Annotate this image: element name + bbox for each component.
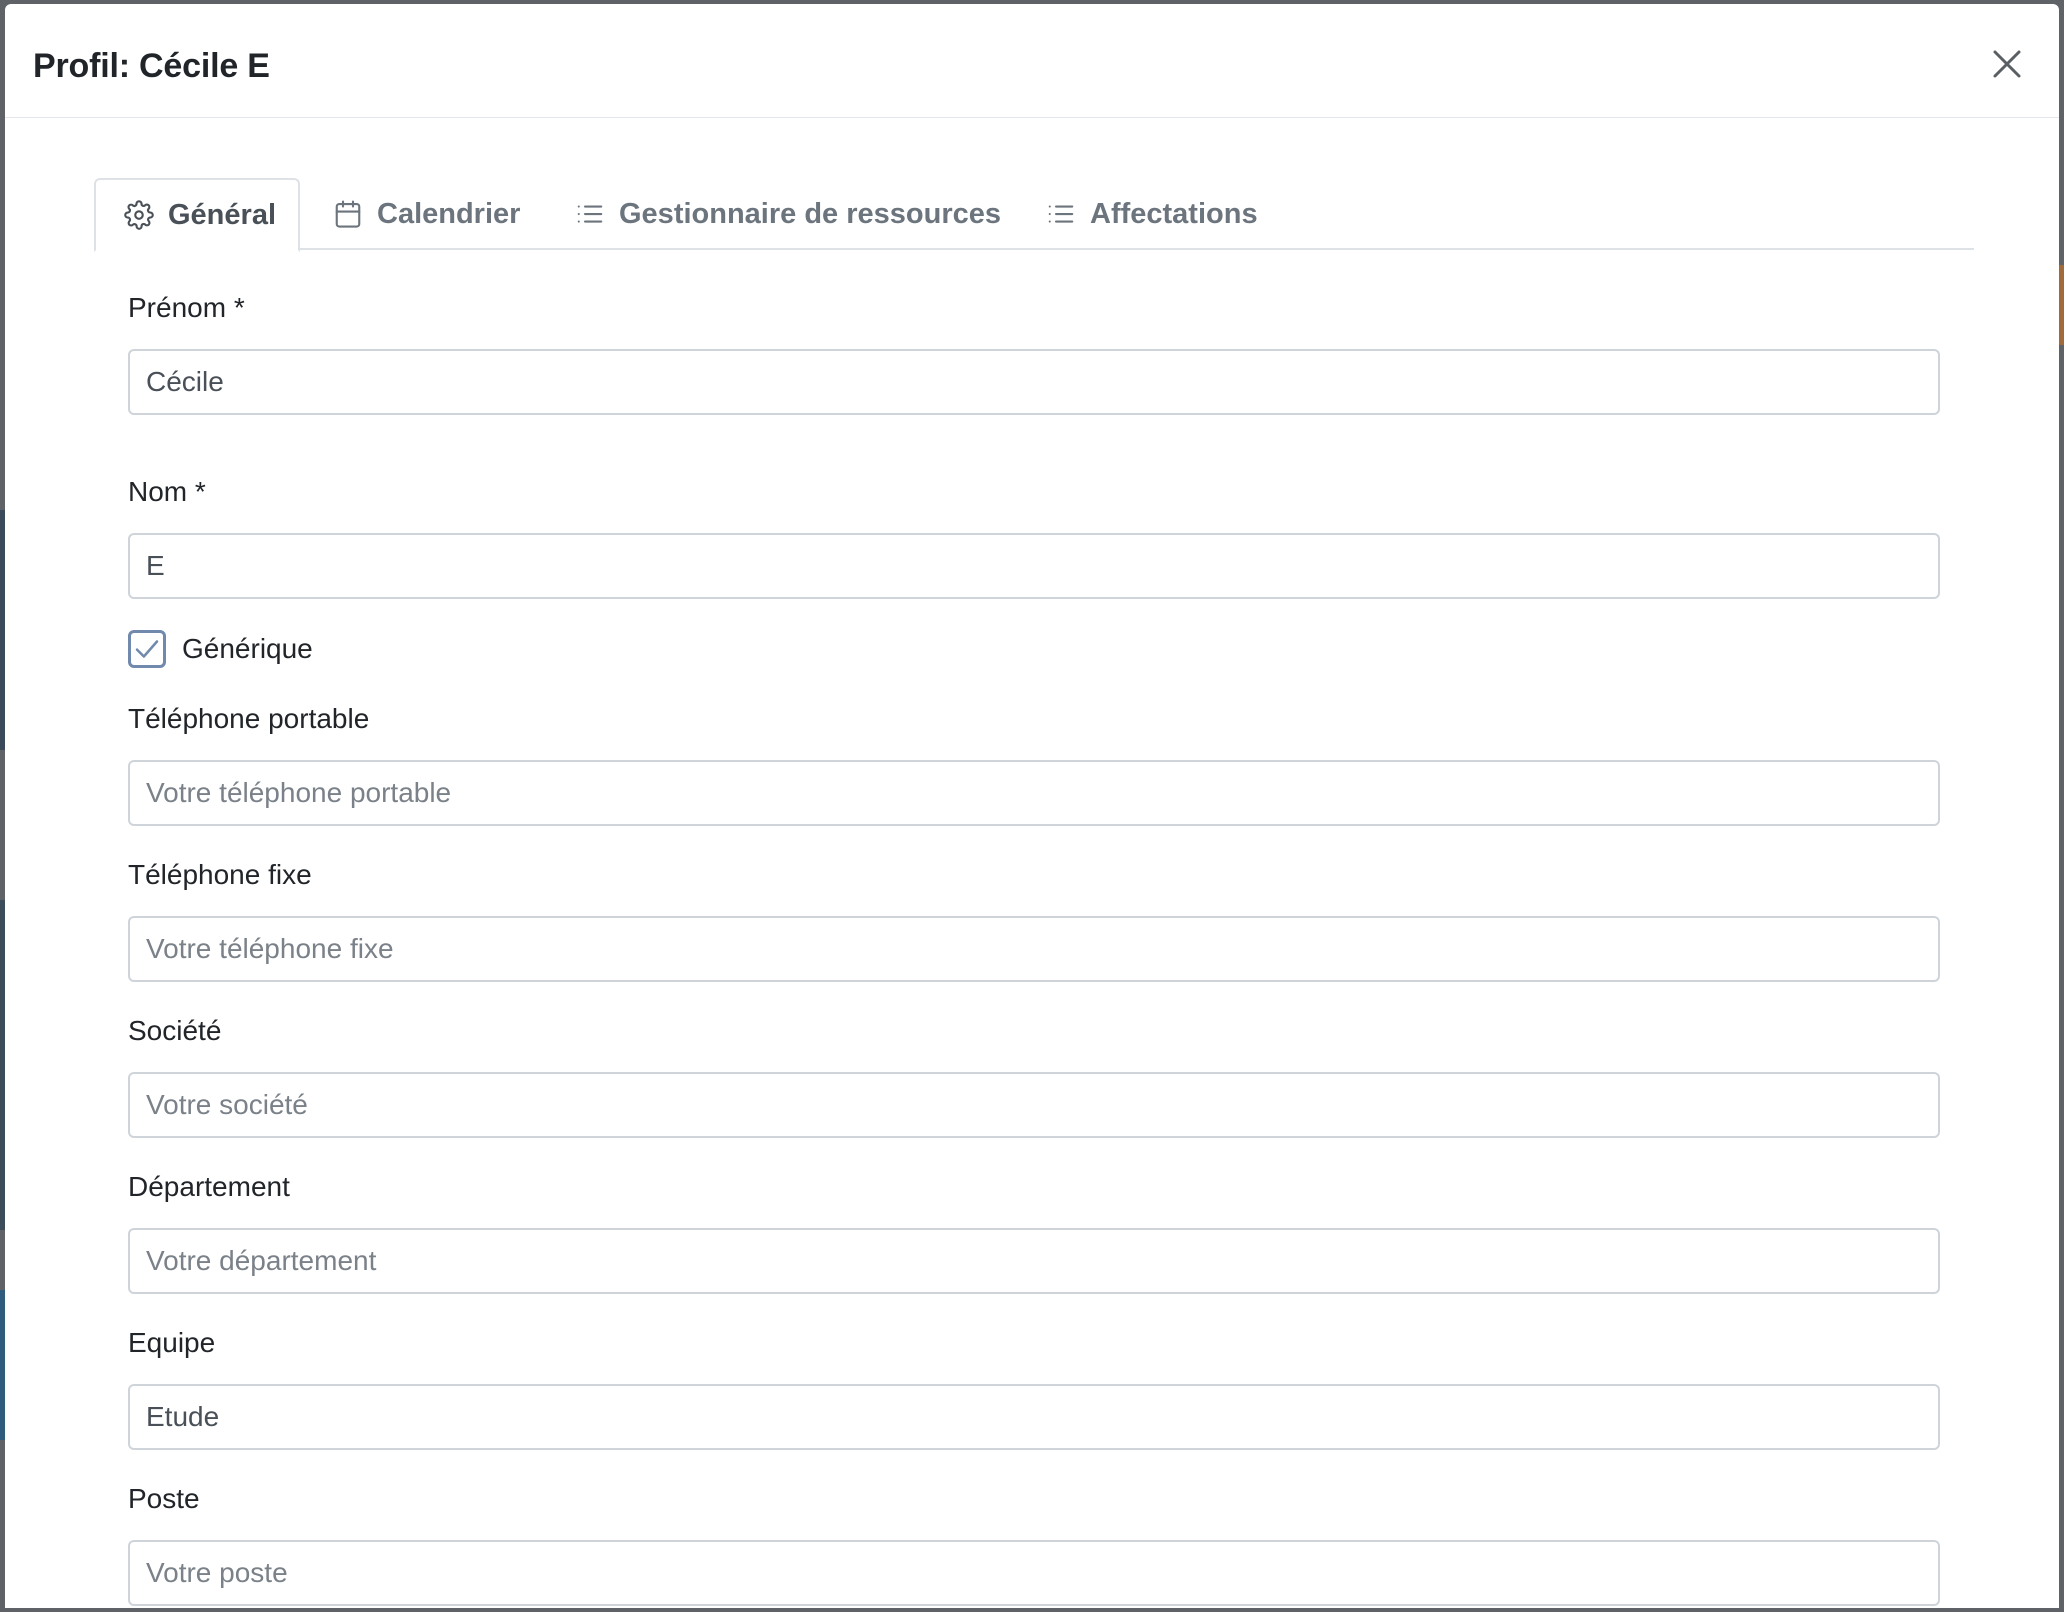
close-button[interactable] [1983, 40, 2031, 88]
tab-gestionnaire-de-ressources[interactable]: Gestionnaire de ressources [575, 178, 1001, 250]
nom-input[interactable] [128, 533, 1940, 599]
societe-input[interactable] [128, 1072, 1940, 1138]
poste-label: Poste [128, 1483, 200, 1514]
modal-header: Profil: Cécile E [5, 4, 2059, 118]
profile-tabs: Général Calendrier Gestionnaire de resso… [94, 178, 1974, 252]
tab-general-label: Général [168, 198, 276, 231]
departement-label: Département [128, 1171, 290, 1202]
telephone-portable-label: Téléphone portable [128, 703, 370, 734]
checkmark-icon [135, 640, 159, 658]
list-icon [575, 199, 605, 229]
profile-modal: Profil: Cécile E Général Calendrier Gest… [5, 4, 2059, 1608]
generique-label: Générique [182, 633, 313, 664]
departement-input[interactable] [128, 1228, 1940, 1294]
generique-checkbox-row: Générique [128, 627, 313, 671]
equipe-label: Equipe [128, 1327, 216, 1358]
poste-input[interactable] [128, 1540, 1940, 1606]
tab-general[interactable]: Général [94, 178, 300, 252]
calendar-icon [333, 199, 363, 229]
gear-icon [124, 200, 154, 230]
generique-checkbox[interactable] [128, 630, 166, 668]
tab-gestionnaire-label: Gestionnaire de ressources [619, 197, 1001, 230]
telephone-fixe-input[interactable] [128, 916, 1940, 982]
telephone-fixe-label: Téléphone fixe [128, 859, 312, 890]
list-icon [1046, 199, 1076, 229]
modal-title: Profil: Cécile E [33, 47, 270, 85]
prenom-input[interactable] [128, 349, 1940, 415]
close-icon [1993, 50, 2021, 78]
telephone-portable-input[interactable] [128, 760, 1940, 826]
equipe-input[interactable] [128, 1384, 1940, 1450]
tab-affectations[interactable]: Affectations [1046, 178, 1258, 250]
tab-calendrier-label: Calendrier [377, 197, 521, 230]
prenom-label: Prénom * [128, 292, 245, 323]
societe-label: Société [128, 1015, 222, 1046]
tab-affectations-label: Affectations [1090, 197, 1258, 230]
tab-calendrier[interactable]: Calendrier [333, 178, 520, 250]
nom-label: Nom * [128, 476, 206, 507]
